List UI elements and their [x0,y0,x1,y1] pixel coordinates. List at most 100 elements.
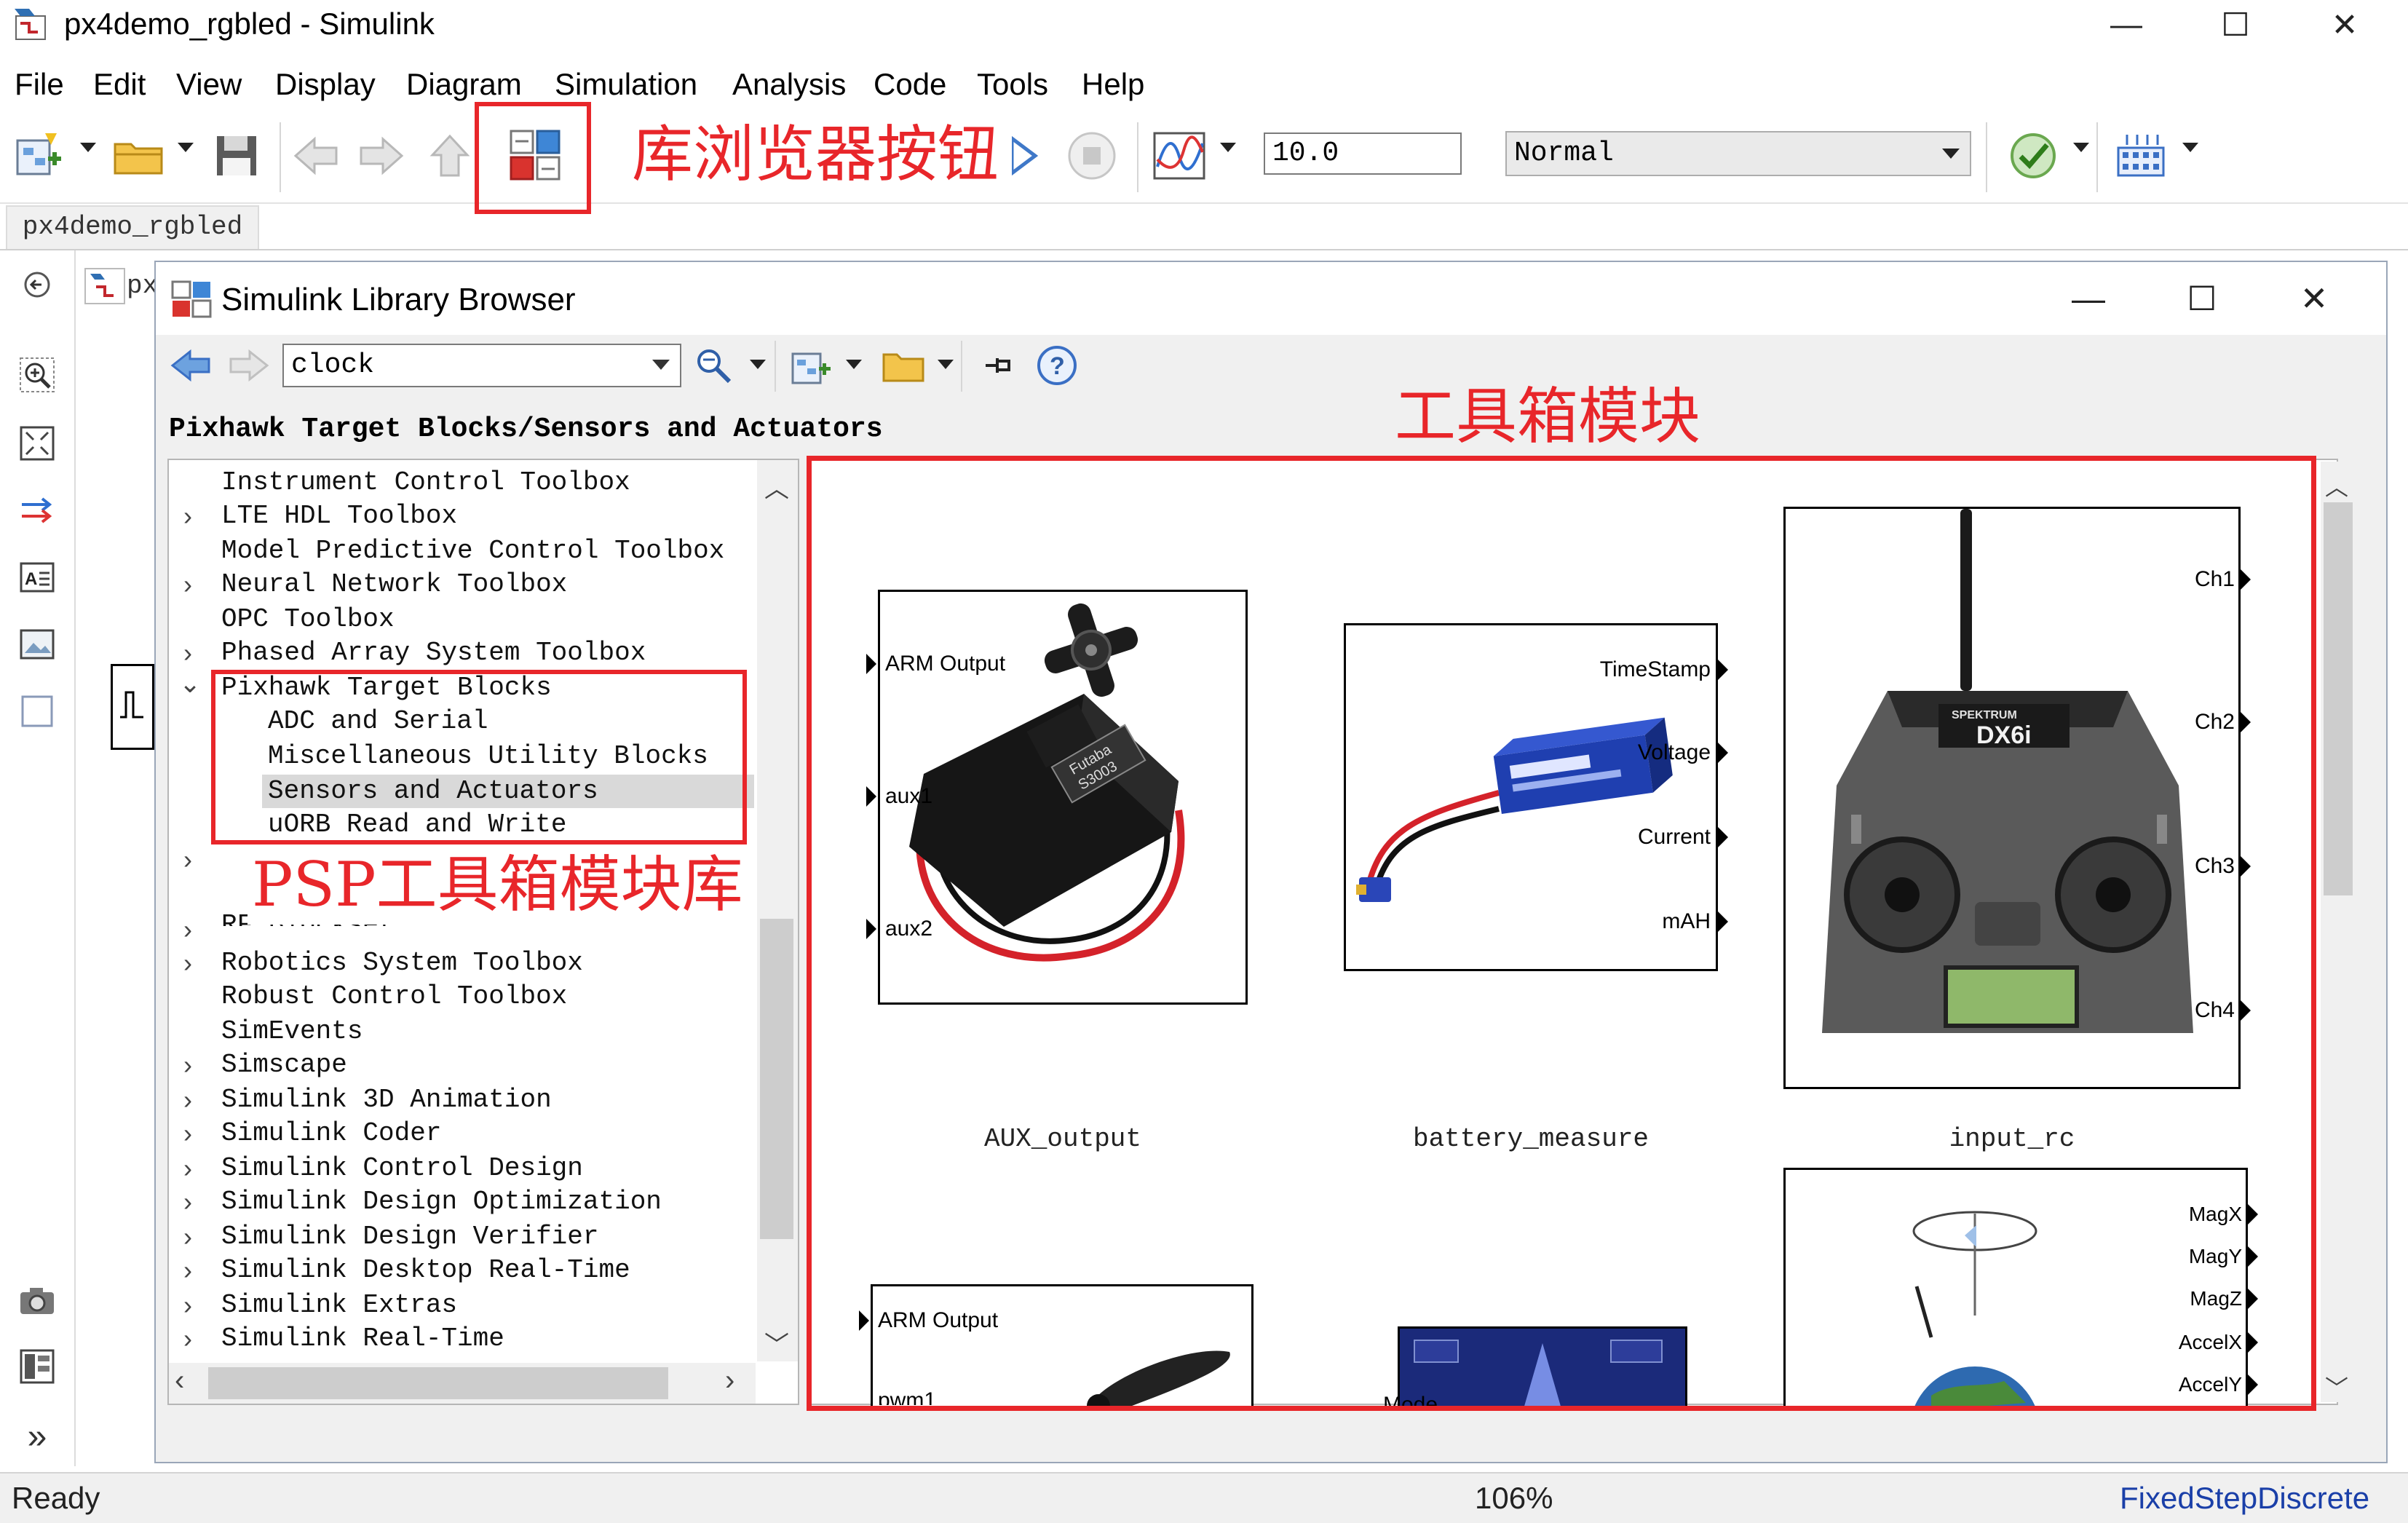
search-options-dropdown[interactable] [750,360,766,369]
tree-item[interactable]: Instrument Control Toolbox [221,466,630,499]
fit-to-view-button[interactable] [16,422,58,464]
tree-item[interactable]: Robotics System Toolbox [221,946,583,980]
up-button[interactable] [427,125,473,186]
stop-button[interactable] [1063,125,1121,186]
new-model-button[interactable] [12,125,66,186]
chevron-right-icon[interactable]: › [183,1048,192,1082]
chevron-right-icon[interactable]: › [183,1083,192,1117]
chevron-right-icon[interactable]: › [183,568,192,601]
chevron-right-icon[interactable]: › [183,1322,192,1356]
chevron-right-icon[interactable]: › [183,946,192,980]
menu-edit[interactable]: Edit [93,64,146,105]
annotation-button[interactable]: A [16,556,58,598]
tree-item[interactable]: Simulink Control Design [221,1152,583,1185]
menu-analysis[interactable]: Analysis [732,64,846,105]
library-search-input[interactable]: clock [282,344,681,387]
new-model-dropdown[interactable] [80,143,96,152]
pulse-generator-block[interactable] [111,664,154,750]
scroll-right-icon[interactable]: › [725,1364,734,1397]
scroll-up-icon[interactable]: ︿ [2325,469,2348,502]
help-button[interactable]: ? [1034,342,1080,389]
simulation-mode-select[interactable]: Normal [1505,131,1971,176]
model-explorer-button[interactable] [16,1345,58,1388]
solver-link[interactable]: FixedStepDiscrete [2120,1478,2369,1519]
tree-item[interactable]: Robust Control Toolbox [221,980,567,1013]
menu-display[interactable]: Display [275,64,376,105]
tree-item[interactable]: Model Predictive Control Toolbox [221,534,724,568]
scroll-down-icon[interactable]: ﹀ [2325,1370,2348,1404]
tree-item[interactable]: Simulink Coder [221,1117,441,1150]
tree-item[interactable]: Simscape [221,1048,347,1082]
image-button[interactable] [16,623,58,665]
chevron-right-icon[interactable]: › [183,1185,192,1219]
tree-item[interactable]: Simulink Real-Time [221,1322,504,1356]
lb-close-button[interactable]: ✕ [2260,264,2369,333]
tree-item[interactable]: Simulink Extras [221,1289,457,1322]
menu-diagram[interactable]: Diagram [406,64,522,105]
zoom-button[interactable] [16,354,58,396]
scroll-left-icon[interactable]: ‹ [175,1364,184,1397]
menu-simulation[interactable]: Simulation [555,64,697,105]
lb-minimize-button[interactable]: — [2034,264,2143,333]
blocks-scroll-thumb[interactable] [2324,502,2353,895]
tree-item[interactable]: Neural Network Toolbox [221,568,567,601]
tree-item[interactable]: OPC Toolbox [221,603,395,636]
model-browser-icon[interactable] [84,268,125,304]
lb-back-button[interactable] [167,342,214,389]
tree-item[interactable]: Phased Array System Toolbox [221,636,646,670]
tree-hscroll-thumb[interactable] [208,1367,668,1399]
lb-maximize-button[interactable]: ☐ [2147,264,2257,333]
tab-model[interactable]: px4demo_rgbled [6,205,259,249]
open-button[interactable] [109,125,167,186]
chevron-right-icon[interactable]: › [183,1254,192,1287]
menu-code[interactable]: Code [874,64,946,105]
close-button[interactable]: ✕ [2290,0,2399,50]
tree-item[interactable]: Simulink Desktop Real-Time [221,1254,630,1287]
build-button[interactable] [2111,125,2171,186]
chevron-right-icon[interactable]: › [183,636,192,670]
minimize-button[interactable]: — [2072,0,2181,50]
back-button[interactable] [290,125,342,186]
snapshot-button[interactable] [16,1280,58,1322]
tree-scroll-thumb[interactable] [760,919,793,1239]
chevron-right-icon[interactable]: › [183,1220,192,1254]
chevron-right-icon[interactable]: › [183,843,192,877]
scroll-up-icon[interactable]: ︿ [764,469,789,505]
hide-browser-button[interactable] [16,264,58,306]
model-advisor-button[interactable] [2006,125,2060,186]
tree-item[interactable]: LTE HDL Toolbox [221,499,457,533]
menu-file[interactable]: File [15,64,64,105]
save-button[interactable] [210,125,264,186]
lb-open-dropdown[interactable] [938,360,954,369]
signal-routing-button[interactable] [16,489,58,531]
tree-item[interactable]: SimEvents [221,1015,363,1048]
model-advisor-dropdown[interactable] [2073,143,2089,152]
lb-open-button[interactable] [878,342,929,389]
lb-forward-button[interactable] [226,342,272,389]
chevron-right-icon[interactable]: › [183,1289,192,1322]
tree-item[interactable]: Simulink 3D Animation [221,1083,552,1117]
menu-view[interactable]: View [176,64,242,105]
maximize-button[interactable]: ☐ [2181,0,2290,50]
tree-item[interactable]: Simulink Design Optimization [221,1185,662,1219]
scope-viewer-button[interactable] [1149,125,1210,186]
breadcrumb[interactable]: px [127,268,158,304]
forward-button[interactable] [355,125,408,186]
stop-time-input[interactable]: 10.0 [1264,132,1462,175]
scope-viewer-dropdown[interactable] [1220,143,1236,152]
chevron-down-icon[interactable]: ⌄ [179,667,201,700]
menu-help[interactable]: Help [1082,64,1144,105]
build-dropdown[interactable] [2182,143,2198,152]
search-button[interactable] [692,342,735,389]
chevron-right-icon[interactable]: › [183,499,192,533]
lb-new-model-button[interactable] [786,342,839,389]
area-button[interactable] [16,690,58,732]
lb-new-model-dropdown[interactable] [846,360,862,369]
expand-palette-icon[interactable]: » [16,1415,58,1457]
tree-item[interactable]: Simulink Design Verifier [221,1220,598,1254]
menu-tools[interactable]: Tools [977,64,1048,105]
open-dropdown[interactable] [178,143,194,152]
pin-button[interactable] [975,342,1022,389]
chevron-right-icon[interactable]: › [183,913,192,946]
chevron-right-icon[interactable]: › [183,1117,192,1150]
